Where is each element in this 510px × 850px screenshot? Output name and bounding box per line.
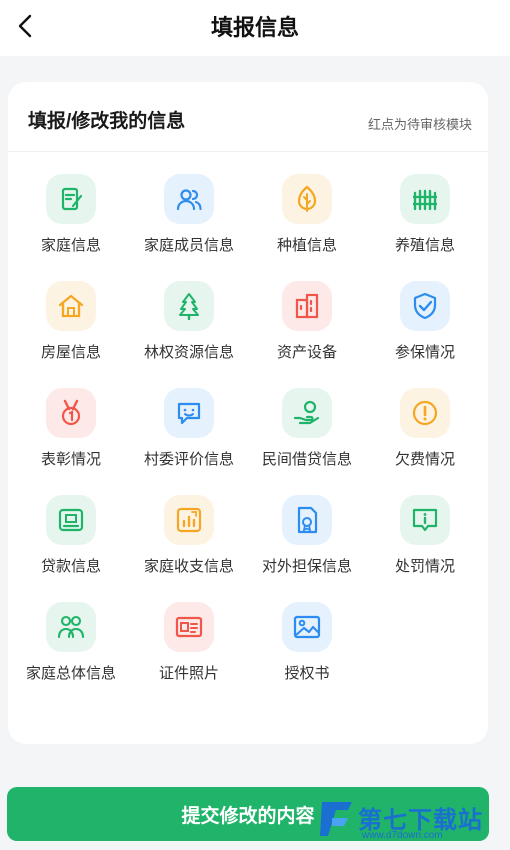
module-label: 种植信息 <box>276 237 337 254</box>
module-label: 证件照片 <box>158 665 219 682</box>
module-label: 民间借贷信息 <box>261 451 352 468</box>
module-item[interactable]: 养殖信息 <box>366 174 484 281</box>
module-label: 家庭成员信息 <box>143 237 234 254</box>
module-label: 资产设备 <box>276 344 337 361</box>
module-item[interactable]: 房屋信息 <box>12 281 130 388</box>
card-header: 填报/修改我的信息 红点为待审核模块 <box>8 82 488 152</box>
chat-smile-icon <box>164 388 214 438</box>
module-item[interactable]: 参保情况 <box>366 281 484 388</box>
module-item[interactable]: 家庭收支信息 <box>130 495 248 602</box>
module-label: 参保情况 <box>394 344 455 361</box>
module-label: 处罚情况 <box>394 558 455 575</box>
module-label: 授权书 <box>284 665 330 682</box>
module-item[interactable]: 家庭信息 <box>12 174 130 281</box>
module-label: 家庭收支信息 <box>143 558 234 575</box>
module-item[interactable]: 种植信息 <box>248 174 366 281</box>
info-message-icon <box>400 495 450 545</box>
card-note: 红点为待审核模块 <box>367 117 472 132</box>
module-item[interactable]: 林权资源信息 <box>130 281 248 388</box>
module-item[interactable]: 处罚情况 <box>366 495 484 602</box>
house-icon <box>46 281 96 331</box>
module-grid: 家庭信息 家庭成员信息 种植信息 养殖信息房屋信息 林权资源信息 资产设备 参保情况表彰情况… <box>12 174 484 709</box>
shield-check-icon <box>400 281 450 331</box>
page-title: 填报信息 <box>210 15 299 40</box>
medal-icon <box>46 388 96 438</box>
id-card-icon <box>164 602 214 652</box>
module-label: 房屋信息 <box>40 344 101 361</box>
alert-circle-icon <box>400 388 450 438</box>
module-label: 家庭总体信息 <box>25 665 116 682</box>
users-icon <box>164 174 214 224</box>
module-label: 贷款信息 <box>40 558 101 575</box>
module-item[interactable]: 贷款信息 <box>12 495 130 602</box>
module-item[interactable]: 表彰情况 <box>12 388 130 495</box>
module-item[interactable]: 家庭总体信息 <box>12 602 130 709</box>
module-item[interactable]: 对外担保信息 <box>248 495 366 602</box>
module-label: 林权资源信息 <box>143 344 234 361</box>
module-item[interactable]: 民间借贷信息 <box>248 388 366 495</box>
group-icon <box>46 602 96 652</box>
info-card: 填报/修改我的信息 红点为待审核模块 家庭信息 家庭成员信息 种植信息 养殖信息房屋信… <box>8 82 488 744</box>
module-item[interactable]: 资产设备 <box>248 281 366 388</box>
building-icon <box>282 281 332 331</box>
wallet-icon <box>46 495 96 545</box>
module-label: 家庭信息 <box>40 237 101 254</box>
guarantee-doc-icon <box>282 495 332 545</box>
card-title: 填报/修改我的信息 <box>28 111 186 132</box>
hand-coin-icon <box>282 388 332 438</box>
watermark-logo-icon <box>320 802 352 836</box>
module-label: 村委评价信息 <box>143 451 234 468</box>
image-icon <box>282 602 332 652</box>
edit-form-icon <box>46 174 96 224</box>
module-item[interactable]: 授权书 <box>248 602 366 709</box>
watermark-url: www.d7down.com <box>362 830 443 841</box>
watermark: 第七下载站 www.d7down.com <box>318 796 508 848</box>
module-item[interactable]: 欠费情况 <box>366 388 484 495</box>
tree-icon <box>164 281 214 331</box>
module-item[interactable]: 家庭成员信息 <box>130 174 248 281</box>
module-item[interactable]: 村委评价信息 <box>130 388 248 495</box>
bar-chart-icon <box>164 495 214 545</box>
top-bar: 填报信息 <box>0 0 510 56</box>
module-label: 对外担保信息 <box>261 558 352 575</box>
module-label: 养殖信息 <box>394 237 455 254</box>
module-label: 欠费情况 <box>394 451 455 468</box>
fence-icon <box>400 174 450 224</box>
module-item[interactable]: 证件照片 <box>130 602 248 709</box>
leaf-icon <box>282 174 332 224</box>
module-label: 表彰情况 <box>40 451 101 468</box>
